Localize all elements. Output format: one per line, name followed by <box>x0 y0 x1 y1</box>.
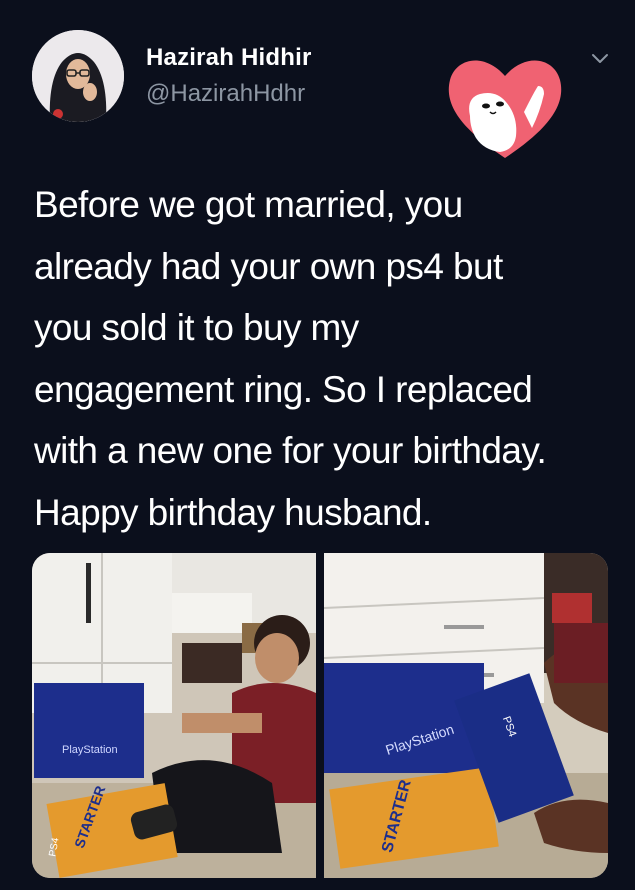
photo-ps4-box[interactable]: PlayStation STARTER PS4 <box>324 553 608 878</box>
avatar-image <box>32 30 124 122</box>
tweet-card: Hazirah Hidhir @HazirahHdhr Before we go… <box>0 0 635 890</box>
media-grid: PlayStation STARTER PS4 PlayStation STAR… <box>32 553 608 878</box>
bag-label: PlayStation <box>62 744 118 756</box>
tweet-text: Before we got married, you already had y… <box>34 184 547 533</box>
user-handle[interactable]: @HazirahHdhr <box>146 80 305 108</box>
avatar[interactable] <box>32 30 124 122</box>
photo-man-opening-gift[interactable]: PlayStation STARTER PS4 <box>32 553 316 878</box>
heart-sticker-icon <box>440 46 570 166</box>
display-name[interactable]: Hazirah Hidhir <box>146 44 312 72</box>
chevron-down-icon[interactable] <box>588 46 612 70</box>
